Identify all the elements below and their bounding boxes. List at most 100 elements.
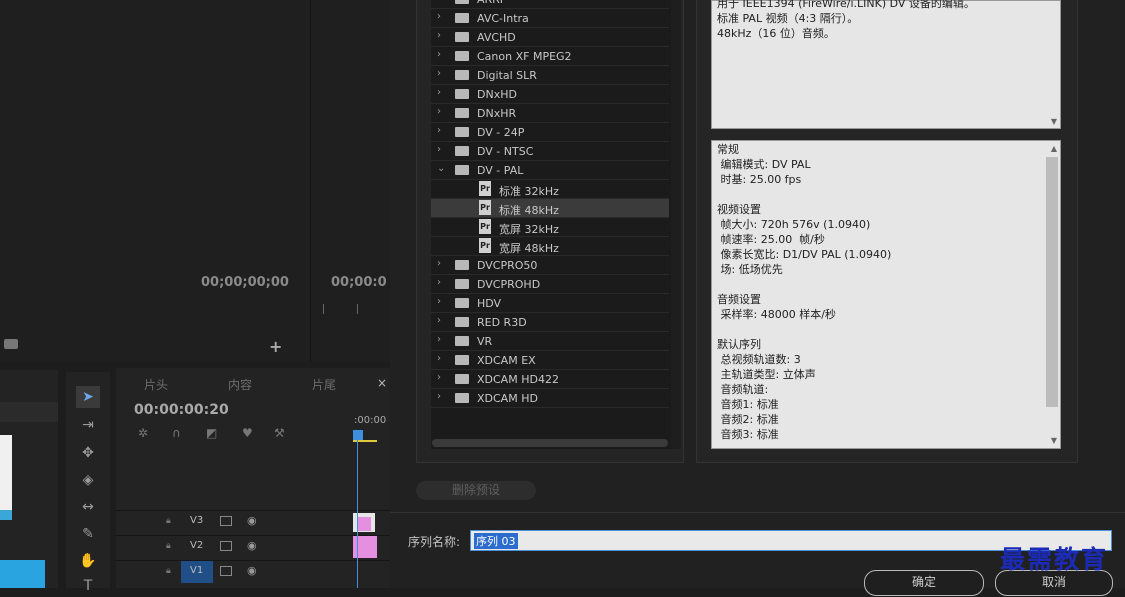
chevron-right-icon[interactable]: › [437,30,441,41]
close-icon[interactable]: × [377,376,387,390]
chevron-right-icon[interactable]: › [437,334,441,345]
tree-horizontal-scrollbar[interactable] [432,439,668,447]
scroll-down-icon[interactable]: ▼ [1051,436,1057,445]
tree-folder[interactable]: › DVCPRO50 [431,256,669,275]
tree-folder[interactable]: ⌄ DV - PAL [431,161,669,180]
add-button[interactable]: + [269,337,282,356]
source-monitor: 00;00;00;00 [0,0,311,362]
tree-preset[interactable]: Pr 宽屏 48kHz [431,237,669,256]
tab-intro[interactable]: 片头 [144,376,168,393]
tab-content[interactable]: 内容 [228,376,252,393]
eye-icon[interactable]: ◉ [247,539,257,552]
scroll-down-icon[interactable]: ▼ [1051,117,1057,126]
lock-icon[interactable]: 🔒︎ [166,541,171,551]
tree-folder[interactable]: › ARRI [431,0,669,9]
tree-item-label: XDCAM HD [477,392,538,405]
tree-folder[interactable]: › Canon XF MPEG2 [431,47,669,66]
tree-folder[interactable]: › RED R3D [431,313,669,332]
lock-icon[interactable]: 🔒︎ [166,566,171,576]
program-timecode: 00;00:0 [331,275,387,290]
chevron-right-icon[interactable]: › [437,315,441,326]
tree-folder[interactable]: › DNxHR [431,104,669,123]
text-line: 主轨道类型: 立体声 [717,368,816,381]
details-scrollbar[interactable]: ▲ ▼ [1044,141,1060,448]
tree-folder[interactable]: › DVCPROHD [431,275,669,294]
preset-file-icon: Pr [479,200,491,215]
preset-tree: › ARRI › AVC-Intra › AVCHD › Canon XF MPEG2 › Dig… [431,0,671,449]
tree-folder[interactable]: › Digital SLR [431,66,669,85]
chevron-down-icon[interactable]: ⌄ [437,163,445,174]
tree-item-label: 宽屏 48kHz [499,242,559,255]
pen-icon[interactable]: ✎ [76,523,100,545]
chevron-right-icon[interactable]: › [437,68,441,79]
chevron-right-icon[interactable]: › [437,353,441,364]
razor-icon[interactable]: ◈ [76,469,100,491]
chevron-right-icon[interactable]: › [437,0,441,3]
tree-folder[interactable]: › DV - 24P [431,123,669,142]
tree-folder[interactable]: › DNxHD [431,85,669,104]
chevron-right-icon[interactable]: › [437,49,441,60]
divider [390,512,1125,513]
snap-icon[interactable]: ✲ [138,426,148,440]
scroll-up-icon[interactable]: ▲ [1051,144,1057,153]
eye-icon[interactable]: ◉ [247,564,257,577]
lock-icon[interactable]: 🔒︎ [166,516,171,526]
tree-folder[interactable]: › VR [431,332,669,351]
slip-tool-icon[interactable]: ↔ [76,496,100,518]
tree-item-label: Canon XF MPEG2 [477,50,572,63]
tab-outro[interactable]: 片尾 [312,376,336,393]
selection-tool-icon[interactable]: ➤ [76,386,100,408]
text-line: 常规 [717,143,739,156]
description-scrollbar[interactable]: ▼ [1044,1,1060,128]
chevron-right-icon[interactable]: › [437,106,441,117]
delete-preset-button[interactable]: 删除预设 [416,481,536,500]
playhead-handle[interactable] [353,430,363,440]
monitor-tick [323,304,324,314]
camera-toggle-icon[interactable] [220,516,232,526]
tree-folder[interactable]: › DV - NTSC [431,142,669,161]
chevron-right-icon[interactable]: › [437,125,441,136]
chevron-right-icon[interactable]: › [437,372,441,383]
chevron-right-icon[interactable]: › [437,258,441,269]
tree-folder[interactable]: › XDCAM EX [431,351,669,370]
chevron-right-icon[interactable]: › [437,144,441,155]
tree-preset[interactable]: Pr 标准 48kHz [431,199,669,218]
ok-button[interactable]: 确定 [864,570,984,596]
tree-folder[interactable]: › AVCHD [431,28,669,47]
thumbnail[interactable] [0,435,12,520]
tree-folder[interactable]: › XDCAM HD [431,389,669,408]
marker-icon[interactable]: ♥ [242,426,253,440]
preset-description-box[interactable]: ▼ 用于 IEEE1394 (FireWire/i.LINK) DV 设备的编辑… [711,0,1061,129]
chevron-right-icon[interactable]: › [437,11,441,22]
chevron-right-icon[interactable]: › [437,277,441,288]
track-select-icon[interactable]: ⇥ [76,414,100,436]
tree-preset[interactable]: Pr 宽屏 32kHz [431,218,669,237]
hand-icon[interactable]: ✋ [76,550,100,572]
scroll-thumb[interactable] [1046,157,1058,407]
camera-toggle-icon[interactable] [220,541,232,551]
folder-icon [455,355,469,365]
timeline-timecode[interactable]: 00:00:00:20 [134,402,229,418]
tree-folder[interactable]: › HDV [431,294,669,313]
magnet-icon[interactable]: ∩ [172,426,181,440]
tree-folder[interactable]: › XDCAM HD422 [431,370,669,389]
thumbnail[interactable] [0,560,45,588]
text-line: 音频轨道: [717,383,769,396]
text-line: 48kHz（16 位）音频。 [717,27,835,40]
camera-icon[interactable] [4,339,18,349]
tree-item-label: VR [477,335,493,348]
linked-selection-icon[interactable]: ◩ [206,426,217,440]
chevron-right-icon[interactable]: › [437,87,441,98]
chevron-right-icon[interactable]: › [437,391,441,402]
preset-details-box[interactable]: ▲ ▼ 常规 编辑模式: DV PAL 时基: 25.00 fps 视频设置 帧大… [711,140,1061,449]
tree-scrollbar[interactable] [671,0,681,449]
tree-folder[interactable]: › AVC-Intra [431,9,669,28]
ripple-edit-icon[interactable]: ✥ [76,442,100,464]
type-tool-icon[interactable]: T [76,575,100,597]
eye-icon[interactable]: ◉ [247,514,257,527]
camera-toggle-icon[interactable] [220,566,232,576]
tree-preset[interactable]: Pr 标准 32kHz [431,180,669,199]
chevron-right-icon[interactable]: › [437,296,441,307]
text-line: 编辑模式: DV PAL [717,158,811,171]
wrench-icon[interactable]: ⚒ [274,426,285,440]
